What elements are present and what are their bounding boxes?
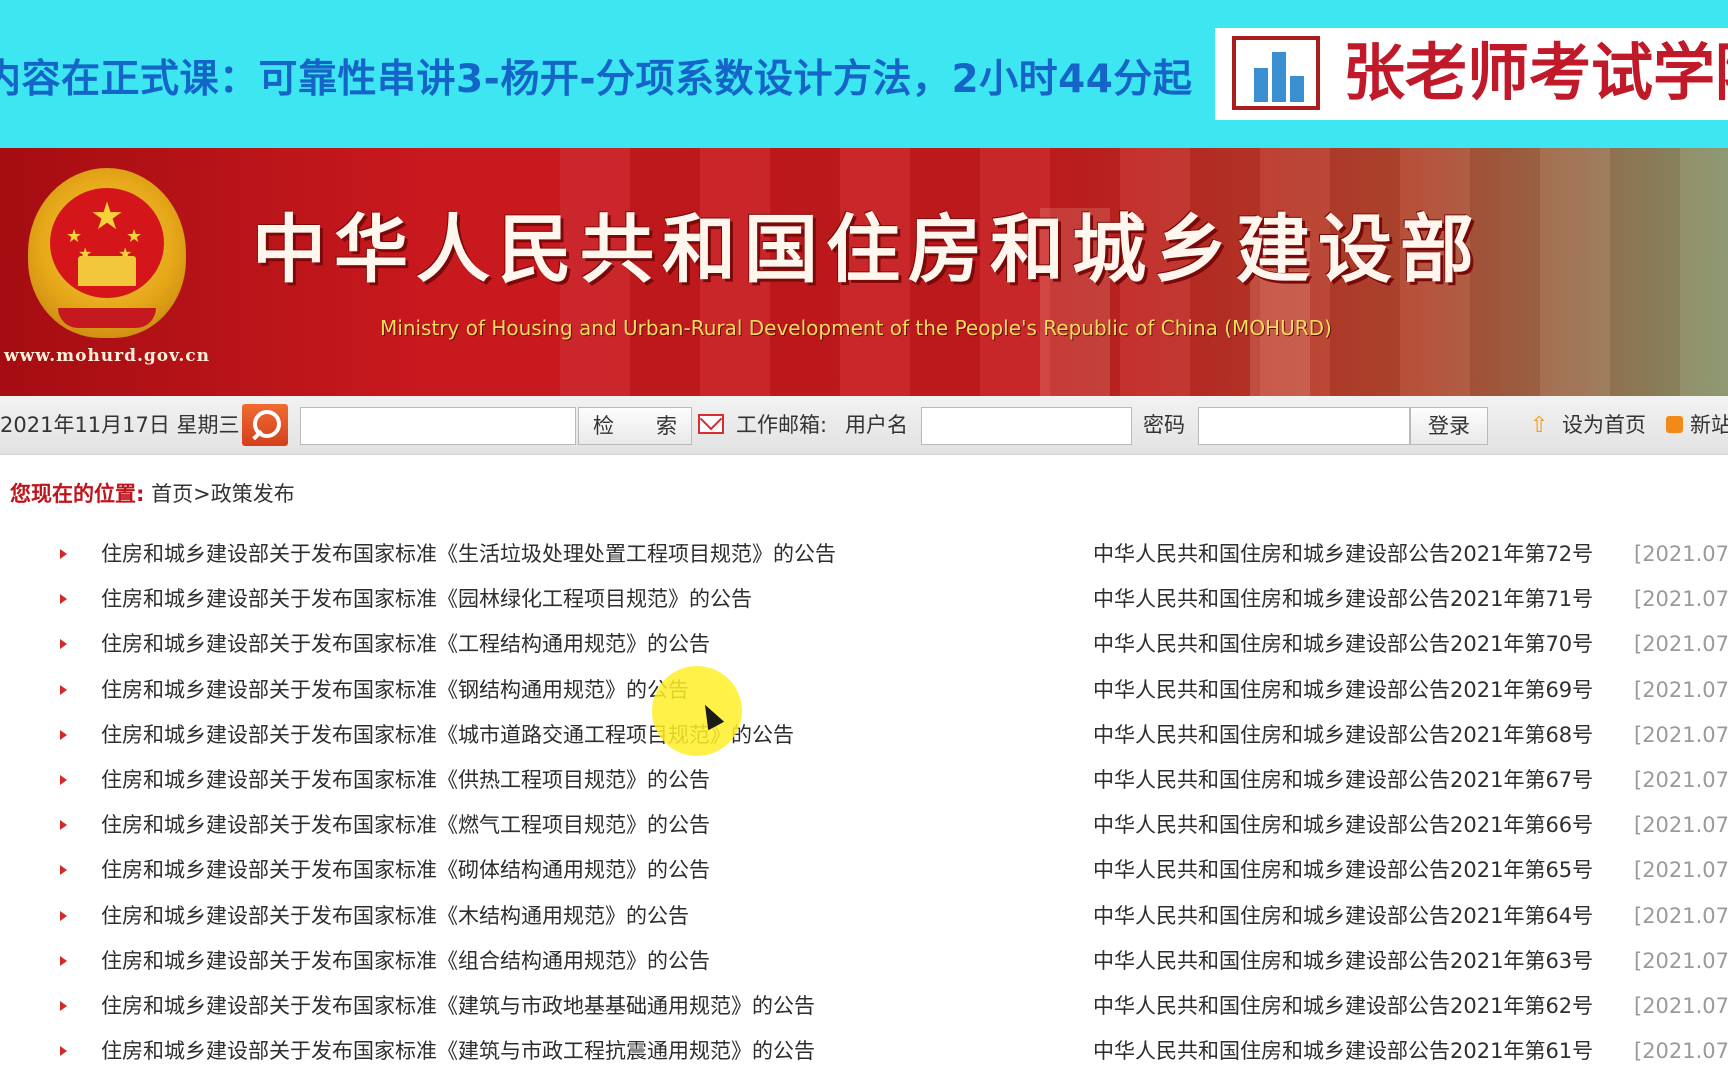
overlay-caption: 内容在正式课：可靠性串讲3-杨开-分项系数设计方法，2小时44分起	[0, 57, 1193, 102]
item-title-link[interactable]: 住房和城乡建设部关于发布国家标准《建筑与市政工程抗震通用规范》的公告	[101, 1029, 815, 1073]
brand-watermark: 张老师考试学院	[1215, 28, 1728, 120]
item-number: 中华人民共和国住房和城乡建设部公告2021年第70号	[1093, 632, 1594, 657]
item-number: 中华人民共和国住房和城乡建设部公告2021年第69号	[1093, 677, 1594, 702]
bullet-icon	[60, 820, 67, 831]
bullet-icon	[60, 910, 67, 921]
list-item: 住房和城乡建设部关于发布国家标准《城市道路交通工程项目规范》的公告 中华人民共和国…	[0, 713, 1728, 758]
item-number: 中华人民共和国住房和城乡建设部公告2021年第62号	[1093, 993, 1594, 1018]
national-emblem-icon[interactable]: ★ ★ ★ ★ ★	[28, 168, 186, 338]
breadcrumb-lead: 您现在的位置:	[10, 482, 145, 506]
item-date: [2021.07.	[1634, 542, 1728, 566]
item-number: 中华人民共和国住房和城乡建设部公告2021年第67号	[1093, 767, 1594, 792]
search-icon[interactable]	[242, 404, 288, 446]
item-number: 中华人民共和国住房和城乡建设部公告2021年第61号	[1093, 1039, 1594, 1064]
bullet-icon	[60, 684, 67, 695]
list-item: 住房和城乡建设部关于发布国家标准《燃气工程项目规范》的公告 中华人民共和国住房和城…	[0, 803, 1728, 848]
list-item: 住房和城乡建设部关于发布国家标准《组合结构通用规范》的公告 中华人民共和国住房和城…	[0, 939, 1728, 984]
item-number: 中华人民共和国住房和城乡建设部公告2021年第66号	[1093, 813, 1594, 838]
list-item: 住房和城乡建设部关于发布国家标准《建筑与市政地基基础通用规范》的公告 中华人民共和…	[0, 984, 1728, 1029]
site-subtitle: Ministry of Housing and Urban-Rural Deve…	[380, 316, 1332, 340]
home-arrow-icon: ⇧	[1530, 413, 1549, 438]
login-button[interactable]: 登录	[1410, 407, 1488, 445]
mail-icon	[698, 414, 724, 434]
list-item: 住房和城乡建设部关于发布国家标准《生活垃圾处理处置工程项目规范》的公告 中华人民共…	[0, 532, 1728, 577]
search-button[interactable]: 检 索	[578, 407, 692, 445]
item-title-link[interactable]: 住房和城乡建设部关于发布国家标准《工程结构通用规范》的公告	[101, 622, 710, 666]
item-number: 中华人民共和国住房和城乡建设部公告2021年第71号	[1093, 587, 1594, 612]
current-date: 2021年11月17日 星期三	[0, 413, 240, 437]
item-date: [2021.07.	[1634, 813, 1728, 838]
site-title: 中华人民共和国住房和城乡建设部	[252, 207, 1482, 293]
password-input[interactable]	[1198, 407, 1410, 445]
item-date: [2021.07.	[1634, 587, 1728, 612]
item-title-link[interactable]: 住房和城乡建设部关于发布国家标准《砌体结构通用规范》的公告	[101, 848, 710, 892]
bullet-icon	[60, 1000, 67, 1011]
bullet-icon	[60, 594, 67, 605]
policy-list: 住房和城乡建设部关于发布国家标准《生活垃圾处理处置工程项目规范》的公告中华人民共…	[0, 532, 1728, 1074]
item-date: [2021.07.	[1634, 858, 1728, 883]
item-number: 中华人民共和国住房和城乡建设部公告2021年第68号	[1093, 722, 1594, 747]
set-home-link[interactable]: 设为首页	[1562, 396, 1646, 454]
list-item: 住房和城乡建设部关于发布国家标准《木结构通用规范》的公告 中华人民共和国住房和城乡…	[0, 894, 1728, 939]
item-title-link[interactable]: 住房和城乡建设部关于发布国家标准《木结构通用规范》的公告	[101, 894, 689, 938]
item-title-link[interactable]: 住房和城乡建设部关于发布国家标准《钢结构通用规范》的公告	[101, 668, 689, 712]
rss-link[interactable]: 新站	[1690, 396, 1728, 454]
search-input[interactable]	[300, 407, 576, 445]
item-number: 中华人民共和国住房和城乡建设部公告2021年第63号	[1093, 948, 1594, 973]
breadcrumb: 您现在的位置: 首页>政策发布	[10, 478, 295, 508]
toolbar: 2021年11月17日 星期三 检 索 工作邮箱: 用户名 密码 登录 ⇧ 设为…	[0, 396, 1728, 455]
breadcrumb-path[interactable]: 首页>政策发布	[151, 482, 295, 506]
item-date: [2021.07.	[1634, 677, 1728, 702]
bullet-icon	[60, 549, 67, 559]
item-date: [2021.07.	[1634, 993, 1728, 1018]
item-date: [2021.07.	[1634, 767, 1728, 792]
brand-name: 张老师考试学院	[1343, 36, 1728, 109]
item-date: [2021.07.	[1634, 1039, 1728, 1064]
username-input[interactable]	[921, 407, 1132, 445]
password-label: 密码	[1143, 413, 1185, 437]
item-title-link[interactable]: 住房和城乡建设部关于发布国家标准《生活垃圾处理处置工程项目规范》的公告	[101, 532, 836, 576]
bullet-icon	[60, 865, 67, 876]
bullet-icon	[60, 639, 67, 650]
item-date: [2021.07.	[1634, 903, 1728, 928]
list-item: 住房和城乡建设部关于发布国家标准《砌体结构通用规范》的公告 中华人民共和国住房和城…	[0, 848, 1728, 893]
mail-label: 工作邮箱:	[736, 413, 828, 437]
list-item: 住房和城乡建设部关于发布国家标准《钢结构通用规范》的公告 中华人民共和国住房和城乡…	[0, 668, 1728, 713]
bullet-icon	[60, 774, 67, 785]
video-overlay-banner: 内容在正式课：可靠性串讲3-杨开-分项系数设计方法，2小时44分起 张老师考试学…	[0, 0, 1728, 148]
item-date: [2021.07.	[1634, 948, 1728, 973]
item-title-link[interactable]: 住房和城乡建设部关于发布国家标准《建筑与市政地基基础通用规范》的公告	[101, 984, 815, 1028]
list-item: 住房和城乡建设部关于发布国家标准《工程结构通用规范》的公告 中华人民共和国住房和城…	[0, 622, 1728, 667]
bullet-icon	[60, 955, 67, 966]
rss-icon	[1666, 416, 1683, 433]
item-date: [2021.07.	[1634, 632, 1728, 657]
list-item: 住房和城乡建设部关于发布国家标准《建筑与市政工程抗震通用规范》的公告 中华人民共和…	[0, 1029, 1728, 1074]
item-number: 中华人民共和国住房和城乡建设部公告2021年第65号	[1093, 858, 1594, 883]
cursor-highlight	[652, 666, 742, 756]
list-item: 住房和城乡建设部关于发布国家标准《园林绿化工程项目规范》的公告 中华人民共和国住房…	[0, 577, 1728, 622]
item-title-link[interactable]: 住房和城乡建设部关于发布国家标准《组合结构通用规范》的公告	[101, 939, 710, 983]
username-label: 用户名	[845, 413, 908, 437]
item-title-link[interactable]: 住房和城乡建设部关于发布国家标准《供热工程项目规范》的公告	[101, 758, 710, 802]
bullet-icon	[60, 1046, 67, 1057]
site-header: ★ ★ ★ ★ ★ www.mohurd.gov.cn 中华人民共和国住房和城乡…	[0, 148, 1728, 396]
bullet-icon	[60, 729, 67, 740]
item-number: 中华人民共和国住房和城乡建设部公告2021年第72号	[1093, 542, 1594, 566]
item-date: [2021.07.	[1634, 722, 1728, 747]
item-number: 中华人民共和国住房和城乡建设部公告2021年第64号	[1093, 903, 1594, 928]
site-url: www.mohurd.gov.cn	[4, 346, 210, 366]
list-item: 住房和城乡建设部关于发布国家标准《供热工程项目规范》的公告 中华人民共和国住房和城…	[0, 758, 1728, 803]
building-logo-icon	[1232, 36, 1320, 110]
item-title-link[interactable]: 住房和城乡建设部关于发布国家标准《燃气工程项目规范》的公告	[101, 803, 710, 847]
item-title-link[interactable]: 住房和城乡建设部关于发布国家标准《园林绿化工程项目规范》的公告	[101, 577, 752, 621]
